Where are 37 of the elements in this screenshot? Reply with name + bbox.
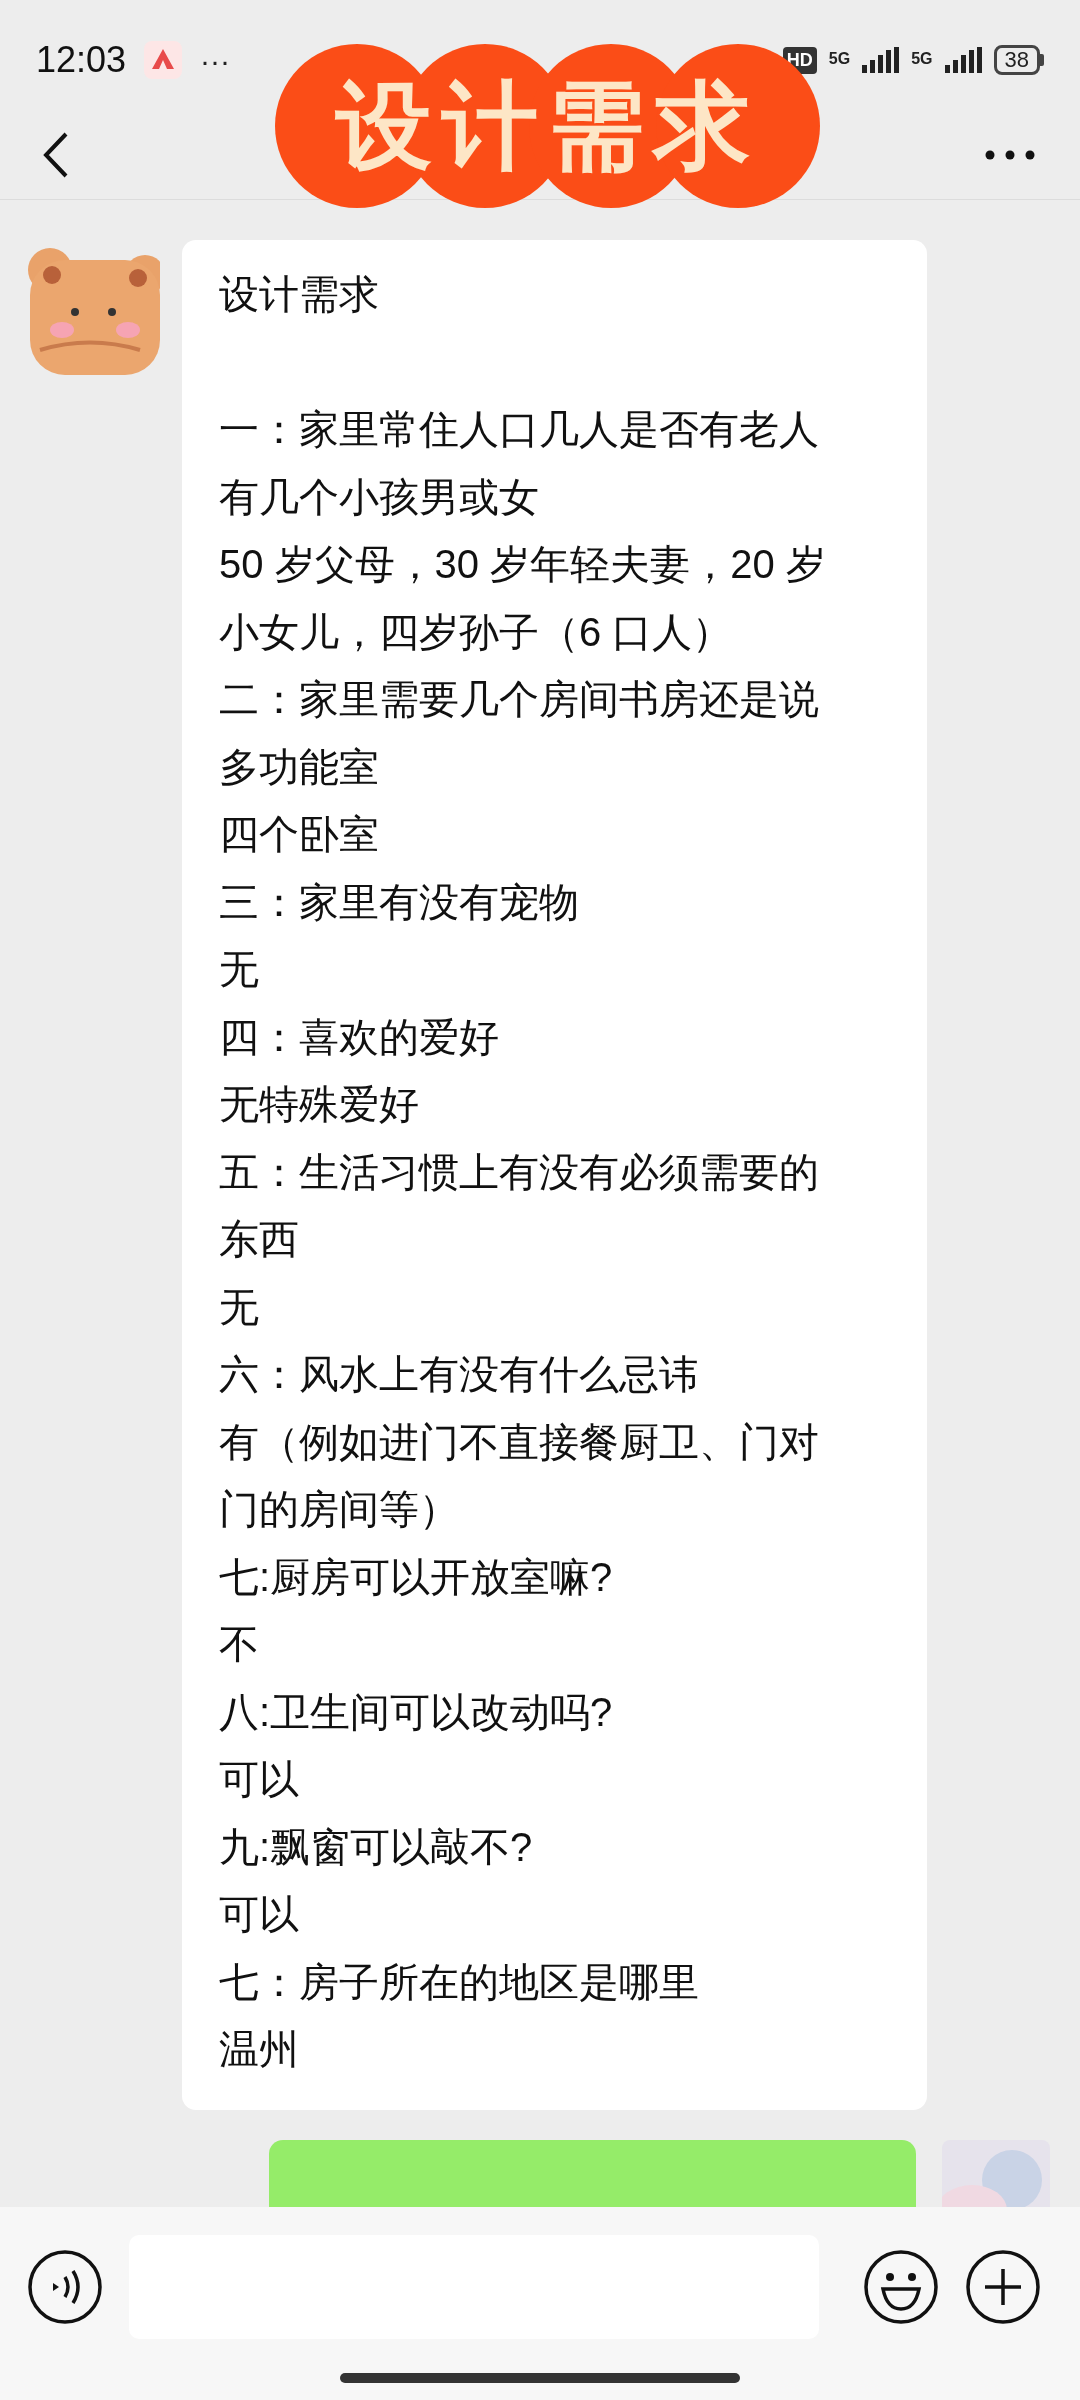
message-line: 门的房间等） <box>219 1486 459 1533</box>
network-label: 5G <box>911 49 933 69</box>
message-line: 50 岁父母，30 岁年轻夫妻，20 岁 <box>219 541 826 588</box>
message-line: 七:厨房可以开放室嘛? <box>219 1553 613 1601</box>
message-line: 温州 <box>219 2026 299 2073</box>
message-title: 设计需求 <box>219 271 379 318</box>
message-line: 不 <box>219 1621 259 1668</box>
message-line: 可以 <box>219 1756 299 1803</box>
message-line: 东西 <box>219 1216 299 1263</box>
message-line: 四：喜欢的爱好 <box>219 1013 499 1061</box>
message-line: 一：家里常住人口几人是否有老人 <box>219 406 819 453</box>
message-line: 有几个小孩男或女 <box>219 473 539 521</box>
signal-icon <box>862 47 900 73</box>
message-line: 六：风水上有没有什么忌讳 <box>219 1351 699 1398</box>
message-line: 三：家里有没有宠物 <box>219 878 579 926</box>
message-line: 四个卧室 <box>219 811 379 858</box>
app-icon <box>144 41 183 79</box>
network-label: 5G <box>828 49 851 69</box>
emoji-icon[interactable] <box>863 2249 939 2325</box>
message-line: 小女儿，四岁孙子（6 口人） <box>219 608 733 656</box>
message-line: 有（例如进门不直接餐厨卫、门对 <box>219 1418 819 1466</box>
signal-icon <box>944 47 982 73</box>
message-line: 八:卫生间可以改动吗? <box>219 1688 613 1736</box>
message-line: 七：房子所在的地区是哪里 <box>219 1958 699 2006</box>
message-line: 五：生活习惯上有没有必须需要的 <box>219 1148 819 1196</box>
more-notifications: ··· <box>200 42 231 79</box>
message-line: 九:飘窗可以敲不? <box>219 1823 533 1871</box>
add-icon[interactable] <box>965 2249 1041 2325</box>
message-line: 可以 <box>219 1891 299 1938</box>
message-line: 无特殊爱好 <box>219 1081 419 1128</box>
message-line: 多功能室 <box>219 743 379 791</box>
message-line: 二：家里需要几个房间书房还是说 <box>219 676 819 723</box>
status-time: 12:03 <box>36 38 127 82</box>
message-line: 无 <box>219 946 259 993</box>
voice-icon[interactable] <box>27 2249 103 2325</box>
message-line: 无 <box>219 1283 259 1331</box>
battery-indicator: 38 <box>993 45 1040 75</box>
